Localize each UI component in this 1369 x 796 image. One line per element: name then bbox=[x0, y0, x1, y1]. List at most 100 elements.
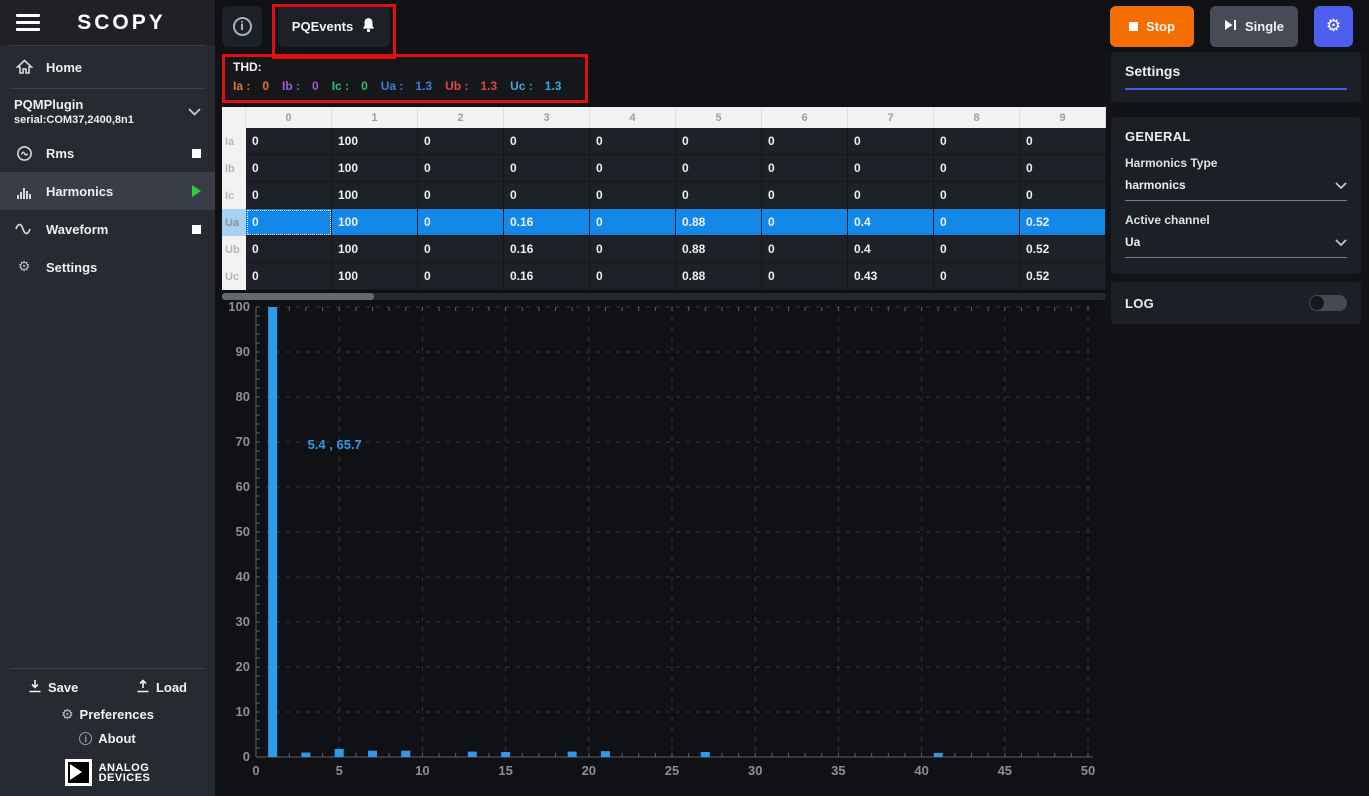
table-row-ub[interactable]: Ub010000.1600.8800.400.52 bbox=[222, 236, 1106, 263]
sidebar-item-waveform[interactable]: Waveform bbox=[0, 210, 215, 248]
table-cell[interactable]: 0.4 bbox=[848, 209, 934, 236]
table-cell[interactable]: 0 bbox=[762, 209, 848, 236]
menu-icon[interactable] bbox=[16, 10, 40, 35]
table-cell[interactable]: 0 bbox=[246, 182, 332, 209]
table-cell[interactable]: 0 bbox=[848, 155, 934, 182]
table-cell[interactable]: 0 bbox=[418, 182, 504, 209]
preferences-button[interactable]: ⚙ Preferences bbox=[61, 707, 154, 722]
row-label[interactable]: Ib bbox=[222, 155, 246, 182]
table-cell[interactable]: 0.88 bbox=[676, 263, 762, 290]
table-cell[interactable]: 100 bbox=[332, 236, 418, 263]
harmonic-bar-x41[interactable] bbox=[934, 753, 943, 757]
harmonic-bar-x5[interactable] bbox=[335, 749, 344, 757]
save-button[interactable]: Save bbox=[28, 679, 78, 696]
table-cell[interactable]: 0 bbox=[246, 155, 332, 182]
row-label[interactable]: Ua bbox=[222, 209, 246, 236]
table-cell[interactable]: 0.43 bbox=[848, 263, 934, 290]
harmonic-bar-x7[interactable] bbox=[368, 751, 377, 757]
harmonic-bar-x9[interactable] bbox=[401, 751, 410, 757]
sidebar-item-home[interactable]: Home bbox=[0, 46, 215, 88]
table-cell[interactable]: 0.52 bbox=[1020, 263, 1106, 290]
table-cell[interactable]: 0 bbox=[1020, 128, 1106, 155]
table-cell[interactable]: 0 bbox=[418, 263, 504, 290]
table-horizontal-scrollbar[interactable] bbox=[222, 293, 1106, 300]
table-cell[interactable]: 0.88 bbox=[676, 236, 762, 263]
table-cell[interactable]: 0.88 bbox=[676, 209, 762, 236]
harmonic-bar-x21[interactable] bbox=[601, 751, 610, 757]
table-cell[interactable]: 0 bbox=[934, 182, 1020, 209]
harmonic-bar-x19[interactable] bbox=[568, 752, 577, 757]
table-cell[interactable]: 0 bbox=[590, 128, 676, 155]
table-cell[interactable]: 0 bbox=[848, 128, 934, 155]
table-cell[interactable]: 100 bbox=[332, 155, 418, 182]
table-cell[interactable]: 100 bbox=[332, 182, 418, 209]
table-row-ic[interactable]: Ic010000000000 bbox=[222, 182, 1106, 209]
table-cell[interactable]: 0 bbox=[418, 236, 504, 263]
table-cell[interactable]: 0 bbox=[762, 263, 848, 290]
table-row-uc[interactable]: Uc010000.1600.8800.4300.52 bbox=[222, 263, 1106, 290]
table-cell[interactable]: 0 bbox=[1020, 182, 1106, 209]
sidebar-item-harmonics[interactable]: Harmonics bbox=[0, 172, 215, 210]
sidebar-item-settings[interactable]: ⚙ Settings bbox=[0, 248, 215, 286]
table-cell[interactable]: 0 bbox=[246, 128, 332, 155]
table-cell[interactable]: 0.16 bbox=[504, 209, 590, 236]
table-cell[interactable]: 0 bbox=[762, 155, 848, 182]
pqevents-button[interactable]: PQEvents bbox=[278, 6, 390, 47]
table-cell[interactable]: 0 bbox=[934, 263, 1020, 290]
row-label[interactable]: Ub bbox=[222, 236, 246, 263]
harmonic-bar-x3[interactable] bbox=[301, 753, 310, 758]
table-cell[interactable]: 0 bbox=[590, 263, 676, 290]
table-cell[interactable]: 0 bbox=[504, 182, 590, 209]
table-row-ia[interactable]: Ia010000000000 bbox=[222, 128, 1106, 155]
table-cell[interactable]: 0.16 bbox=[504, 236, 590, 263]
harmonics-type-dropdown[interactable]: harmonics bbox=[1125, 176, 1347, 201]
table-cell[interactable]: 0.52 bbox=[1020, 209, 1106, 236]
info-button[interactable]: i bbox=[222, 6, 262, 47]
table-cell[interactable]: 0 bbox=[418, 209, 504, 236]
sidebar-item-rms[interactable]: Rms bbox=[0, 134, 215, 172]
table-cell[interactable]: 0 bbox=[1020, 155, 1106, 182]
log-toggle[interactable] bbox=[1309, 295, 1347, 311]
stop-button[interactable]: Stop bbox=[1110, 6, 1194, 47]
table-cell[interactable]: 0 bbox=[504, 128, 590, 155]
table-row-ib[interactable]: Ib010000000000 bbox=[222, 155, 1106, 182]
table-cell[interactable]: 0 bbox=[590, 209, 676, 236]
load-button[interactable]: Load bbox=[136, 679, 187, 696]
table-cell[interactable]: 100 bbox=[332, 209, 418, 236]
table-cell[interactable]: 0 bbox=[418, 155, 504, 182]
active-channel-dropdown[interactable]: Ua bbox=[1125, 233, 1347, 258]
row-label[interactable]: Uc bbox=[222, 263, 246, 290]
row-label[interactable]: Ia bbox=[222, 128, 246, 155]
harmonic-bar-x1[interactable] bbox=[268, 307, 277, 757]
table-cell[interactable]: 0 bbox=[934, 155, 1020, 182]
table-cell[interactable]: 100 bbox=[332, 263, 418, 290]
table-cell[interactable]: 0 bbox=[676, 155, 762, 182]
harmonics-chart-canvas[interactable]: 5.4 , 65.7010203040506070809010005101520… bbox=[222, 302, 1103, 791]
table-cell[interactable]: 100 bbox=[332, 128, 418, 155]
table-cell[interactable]: 0 bbox=[504, 155, 590, 182]
table-cell[interactable]: 0 bbox=[676, 128, 762, 155]
table-cell[interactable]: 0 bbox=[418, 128, 504, 155]
table-cell[interactable]: 0 bbox=[246, 236, 332, 263]
table-cell[interactable]: 0 bbox=[246, 263, 332, 290]
harmonic-bar-x27[interactable] bbox=[701, 752, 710, 757]
table-row-ua[interactable]: Ua010000.1600.8800.400.52 bbox=[222, 209, 1106, 236]
table-cell[interactable]: 0 bbox=[246, 209, 332, 236]
table-cell[interactable]: 0.4 bbox=[848, 236, 934, 263]
settings-gear-button[interactable]: ⚙ bbox=[1314, 6, 1353, 47]
single-button[interactable]: Single bbox=[1210, 6, 1298, 47]
row-label[interactable]: Ic bbox=[222, 182, 246, 209]
scrollbar-thumb[interactable] bbox=[222, 293, 374, 300]
table-cell[interactable]: 0 bbox=[934, 209, 1020, 236]
table-cell[interactable]: 0 bbox=[676, 182, 762, 209]
table-cell[interactable]: 0 bbox=[762, 128, 848, 155]
table-cell[interactable]: 0 bbox=[934, 128, 1020, 155]
table-cell[interactable]: 0 bbox=[934, 236, 1020, 263]
harmonic-bar-x13[interactable] bbox=[468, 752, 477, 757]
table-cell[interactable]: 0 bbox=[590, 155, 676, 182]
sidebar-item-pqmplugin[interactable]: PQMPlugin serial:COM37,2400,8n1 bbox=[0, 89, 215, 134]
about-button[interactable]: i About bbox=[79, 731, 136, 746]
table-cell[interactable]: 0 bbox=[590, 236, 676, 263]
table-cell[interactable]: 0.52 bbox=[1020, 236, 1106, 263]
table-cell[interactable]: 0 bbox=[848, 182, 934, 209]
